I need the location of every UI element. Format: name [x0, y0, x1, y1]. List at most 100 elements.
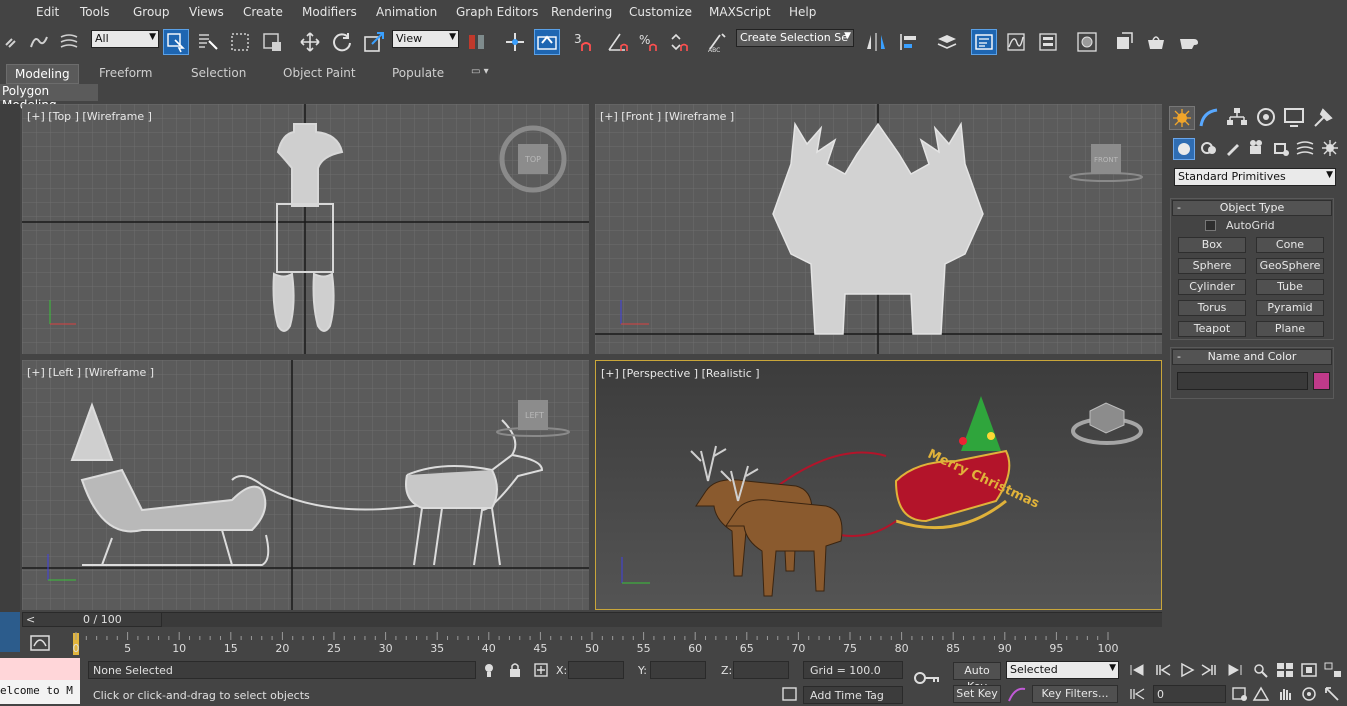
- lights-icon[interactable]: [1223, 138, 1245, 160]
- menu-help[interactable]: Help: [789, 5, 816, 19]
- menu-views[interactable]: Views: [189, 5, 224, 19]
- rendered-frame-window-icon[interactable]: [1143, 29, 1169, 55]
- tab-freeform[interactable]: Freeform: [99, 66, 152, 80]
- select-object-icon[interactable]: [163, 29, 189, 55]
- menu-graph-editors[interactable]: Graph Editors: [456, 5, 538, 19]
- rectangular-region-icon[interactable]: [227, 29, 253, 55]
- y-coordinate-input[interactable]: [650, 661, 706, 679]
- menu-animation[interactable]: Animation: [376, 5, 437, 19]
- tab-selection[interactable]: Selection: [191, 66, 246, 80]
- zoom-all-icon[interactable]: [1276, 662, 1294, 678]
- teapot-button[interactable]: Teapot: [1178, 321, 1246, 337]
- key-mode-toggle-icon[interactable]: [1128, 686, 1146, 702]
- percent-snap-icon[interactable]: %: [636, 29, 662, 55]
- time-slider[interactable]: < 0 / 100: [22, 612, 162, 627]
- add-time-tag[interactable]: Add Time Tag: [810, 689, 884, 702]
- tab-object-paint[interactable]: Object Paint: [283, 66, 356, 80]
- maxscript-listener[interactable]: elcome to M: [0, 658, 80, 704]
- schematic-view-icon[interactable]: [1035, 29, 1061, 55]
- align-icon[interactable]: [896, 29, 922, 55]
- viewport-perspective[interactable]: Merry Christmas [+] [Perspective ] [Real…: [595, 360, 1162, 610]
- key-filters-button[interactable]: Key Filters...: [1032, 685, 1118, 703]
- next-frame-icon[interactable]: [1200, 662, 1218, 678]
- menu-edit[interactable]: Edit: [36, 5, 59, 19]
- display-icon[interactable]: [1282, 106, 1308, 130]
- modify-icon[interactable]: [1197, 106, 1223, 130]
- viewport-front[interactable]: FRONT [+] [Front ] [Wireframe ]: [595, 104, 1162, 354]
- tab-modeling[interactable]: Modeling: [6, 64, 79, 84]
- edit-named-selection-icon[interactable]: ABC: [704, 29, 730, 55]
- systems-icon[interactable]: [1320, 138, 1342, 160]
- box-button[interactable]: Box: [1178, 237, 1246, 253]
- viewport-front-label[interactable]: [+] [Front ] [Wireframe ]: [600, 110, 734, 123]
- create-icon[interactable]: [1169, 106, 1195, 130]
- object-type-rollout-header[interactable]: - Object Type: [1172, 200, 1332, 216]
- autogrid-checkbox[interactable]: [1205, 220, 1216, 231]
- utilities-icon[interactable]: [1311, 106, 1337, 130]
- menu-group[interactable]: Group: [133, 5, 170, 19]
- zoom-extents-icon[interactable]: [1300, 662, 1318, 678]
- layer-manager-icon[interactable]: [934, 29, 960, 55]
- window-crossing-icon[interactable]: [259, 29, 285, 55]
- go-to-start-icon[interactable]: [1128, 662, 1146, 678]
- helpers-icon[interactable]: [1271, 138, 1293, 160]
- pivot-icon[interactable]: [464, 29, 490, 55]
- bind-space-warp-icon[interactable]: [56, 29, 82, 55]
- maxscript-listener-input[interactable]: [0, 658, 80, 680]
- named-selection-set-dropdown[interactable]: Create Selection Se ▼: [736, 29, 854, 47]
- scale-icon[interactable]: [361, 29, 387, 55]
- cameras-icon[interactable]: [1247, 138, 1269, 160]
- menu-rendering[interactable]: Rendering: [551, 5, 612, 19]
- orbit-icon[interactable]: [1300, 686, 1318, 702]
- keyboard-shortcut-icon[interactable]: [534, 29, 560, 55]
- menu-modifiers[interactable]: Modifiers: [302, 5, 357, 19]
- object-category-dropdown[interactable]: Standard Primitives ▼: [1174, 168, 1336, 186]
- name-color-rollout-header[interactable]: - Name and Color: [1172, 349, 1332, 365]
- viewport-left-label[interactable]: [+] [Left ] [Wireframe ]: [27, 366, 154, 379]
- scene-explorer-icon[interactable]: [971, 29, 997, 55]
- object-color-swatch[interactable]: [1313, 372, 1330, 390]
- pyramid-button[interactable]: Pyramid: [1256, 300, 1324, 316]
- sphere-button[interactable]: Sphere: [1178, 258, 1246, 274]
- spinner-snap-icon[interactable]: [667, 29, 693, 55]
- time-configuration-icon[interactable]: [1231, 686, 1249, 702]
- go-to-end-icon[interactable]: [1226, 662, 1244, 678]
- rotate-icon[interactable]: [329, 29, 355, 55]
- previous-frame-icon[interactable]: [1154, 662, 1172, 678]
- motion-icon[interactable]: [1254, 106, 1280, 130]
- key-mode-dropdown[interactable]: Selected ▼: [1006, 661, 1119, 679]
- plane-button[interactable]: Plane: [1256, 321, 1324, 337]
- move-icon[interactable]: [297, 29, 323, 55]
- menu-maxscript[interactable]: MAXScript: [709, 5, 771, 19]
- render-production-icon[interactable]: [1176, 29, 1202, 55]
- zoom-icon[interactable]: [1252, 662, 1270, 678]
- cone-button[interactable]: Cone: [1256, 237, 1324, 253]
- viewport-left[interactable]: LEFT [+] [Left ] [Wireframe ]: [22, 360, 589, 610]
- time-slider-prev[interactable]: <: [26, 613, 35, 626]
- maximize-viewport-icon[interactable]: [1324, 686, 1342, 702]
- hierarchy-icon[interactable]: [1225, 106, 1251, 130]
- field-of-view-icon[interactable]: [1252, 686, 1270, 702]
- time-slider-track[interactable]: [162, 612, 1162, 627]
- x-coordinate-input[interactable]: [568, 661, 624, 679]
- curve-editor-icon[interactable]: [1003, 29, 1029, 55]
- ribbon-options-icon[interactable]: ▭ ▾: [471, 66, 489, 77]
- link-icon[interactable]: [0, 29, 26, 55]
- manipulate-icon[interactable]: [502, 29, 528, 55]
- material-editor-icon[interactable]: [1074, 29, 1100, 55]
- viewport-perspective-label[interactable]: [+] [Perspective ] [Realistic ]: [601, 367, 760, 380]
- unlink-icon[interactable]: [25, 29, 51, 55]
- menu-tools[interactable]: Tools: [80, 5, 110, 19]
- render-setup-icon[interactable]: [1112, 29, 1138, 55]
- cylinder-button[interactable]: Cylinder: [1178, 279, 1246, 295]
- angle-snap-icon[interactable]: [604, 29, 630, 55]
- reference-coordinate-dropdown[interactable]: View ▼: [392, 30, 459, 48]
- space-warps-icon[interactable]: [1295, 138, 1317, 160]
- geometry-icon[interactable]: [1173, 138, 1195, 160]
- object-name-input[interactable]: [1177, 372, 1308, 390]
- menu-customize[interactable]: Customize: [629, 5, 692, 19]
- selection-lock-icon[interactable]: [508, 662, 522, 678]
- z-coordinate-input[interactable]: [733, 661, 789, 679]
- mirror-icon[interactable]: [863, 29, 889, 55]
- select-by-name-icon[interactable]: [195, 29, 221, 55]
